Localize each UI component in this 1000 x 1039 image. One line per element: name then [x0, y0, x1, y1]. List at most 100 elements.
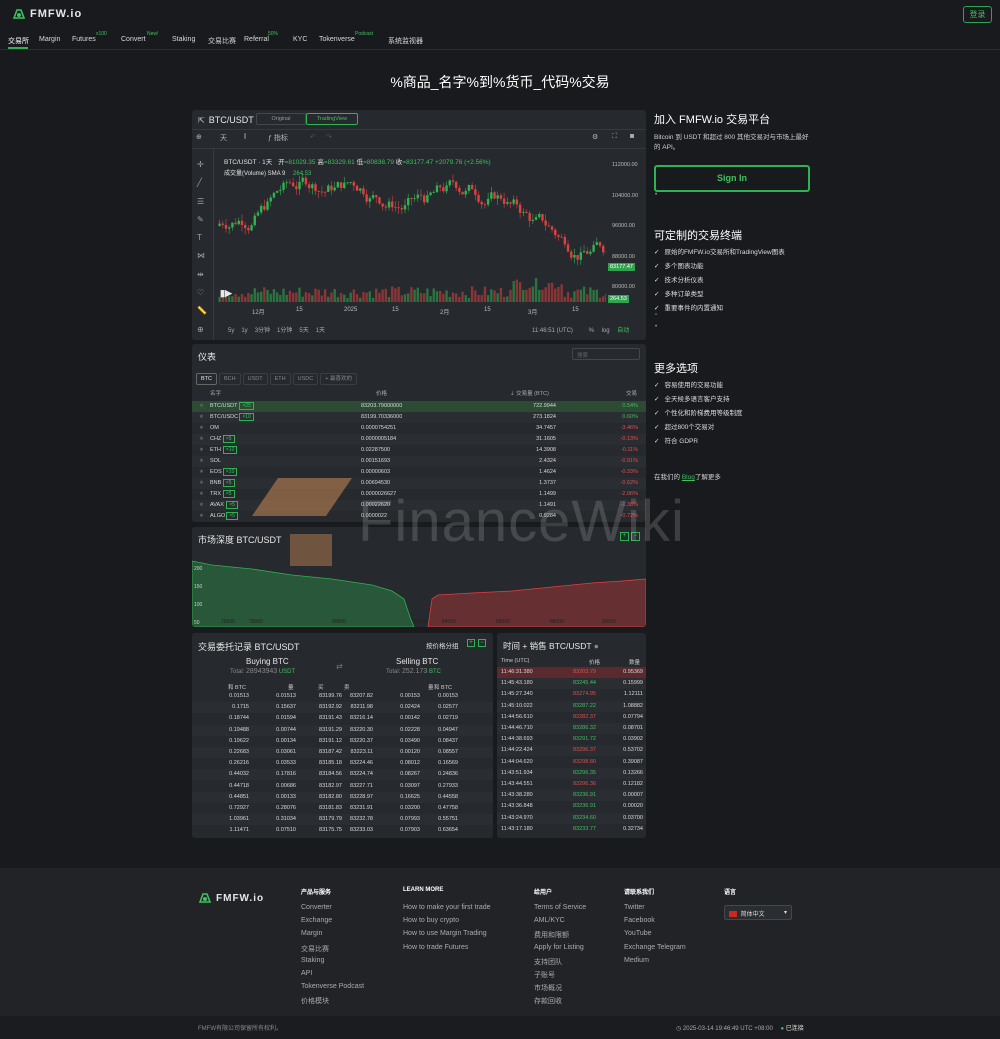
ticker-row[interactable]: ★ ALGO ×5 0.0000022 0.9284 -0.72% — [192, 511, 646, 522]
star-icon[interactable]: ★ — [199, 436, 204, 442]
redo-icon[interactable]: ↷ — [326, 133, 332, 141]
blog-link[interactable]: Blog — [682, 474, 695, 481]
header-change[interactable]: 交易 — [626, 389, 637, 397]
orderbook-row[interactable]: 0.44032 0.17816 83184.56 83224.74 0.08267 0.2… — [192, 769, 493, 781]
trade-row[interactable]: 11:44:46.710 83286.32 0.08701 — [497, 723, 646, 734]
orderbook-row[interactable]: 0.18744 0.01594 83191.43 83216.14 0.00142 0.0… — [192, 713, 493, 725]
footer-link[interactable]: Staking — [301, 957, 324, 964]
log-toggle[interactable]: log — [602, 328, 610, 334]
fullscreen-icon[interactable]: ⛶ — [612, 133, 617, 141]
footer-link[interactable]: API — [301, 970, 312, 977]
nav-item-6[interactable]: Referral 50% — [244, 31, 278, 43]
nav-item-8[interactable]: Tokenverse Podcast — [319, 31, 373, 43]
signin-button[interactable]: Sign In — [654, 165, 810, 192]
footer-link[interactable]: Medium — [624, 957, 649, 964]
footer-link[interactable]: AML/KYC — [534, 917, 565, 924]
nav-item-7[interactable]: KYC — [293, 36, 307, 43]
footer-link[interactable]: Converter — [301, 904, 332, 911]
ticker-row[interactable]: ★ BNB ×5 0.00694530 1.3737 -0.62% — [192, 478, 646, 489]
range-5[interactable]: 1天 — [316, 328, 325, 334]
footer-link[interactable]: 交易比赛 — [301, 944, 329, 954]
ticker-row[interactable]: ★ CHZ ×5 0.0000005184 31.1605 -0.13% — [192, 434, 646, 445]
trade-row[interactable]: 11:44:56.610 83282.37 0.07794 — [497, 711, 646, 723]
ticker-tab-0[interactable]: BTC — [196, 373, 217, 385]
trades-col-1[interactable]: 价格 — [589, 658, 600, 666]
add-icon[interactable]: ⊕ — [196, 133, 202, 141]
interval-selector[interactable]: 天 — [220, 133, 227, 143]
ticker-row[interactable]: ★ TRX ×5 0.0000026627 1.1499 -2.06% — [192, 489, 646, 500]
nav-item-9[interactable]: 系统监视器 — [388, 36, 423, 46]
orderbook-row[interactable]: 0.72927 0.28076 83181.83 83231.91 0.03200 0.4… — [192, 803, 493, 814]
trade-row[interactable]: 11:43:17.180 83233.77 0.32734 — [497, 823, 646, 835]
footer-link[interactable]: Apply for Listing — [534, 944, 584, 951]
nav-item-4[interactable]: Staking — [172, 36, 195, 43]
orderbook-row[interactable]: 0.44851 0.00133 83182.80 83228.97 0.16625 0.4… — [192, 791, 493, 803]
footer-link[interactable]: 费用和限额 — [534, 930, 569, 940]
fib-icon[interactable]: ☰ — [197, 193, 211, 211]
footer-link[interactable]: 支持团队 — [534, 957, 562, 967]
header-name[interactable]: 名字 — [210, 389, 221, 397]
range-1[interactable]: 1y — [241, 328, 247, 334]
measure-icon[interactable]: ⇹ — [197, 266, 211, 284]
footer-link[interactable]: Terms of Service — [534, 904, 586, 911]
star-icon[interactable]: ★ — [199, 403, 204, 409]
footer-link[interactable]: How to buy crypto — [403, 917, 459, 924]
orderbook-col-5[interactable]: 和 BTC — [434, 683, 452, 691]
ticker-tab-5[interactable]: + 最喜欢的 — [320, 373, 357, 385]
brand-logo[interactable]: FMFW.io — [12, 8, 82, 20]
trade-row[interactable]: 11:43:24.970 83234.60 0.03700 — [497, 812, 646, 824]
ticker-row[interactable]: ★ AVAX ×5 0.00022620 1.1491 -1.38% — [192, 500, 646, 511]
star-icon[interactable]: ★ — [199, 480, 204, 486]
nav-item-3[interactable]: Convert New! — [121, 31, 158, 43]
orderbook-row[interactable]: 0.19488 0.00744 83191.29 83220.30 0.02228 0.0… — [192, 724, 493, 736]
trade-row[interactable]: 11:44:22.424 83296.37 0.53702 — [497, 745, 646, 757]
ticker-row[interactable]: ★ BTC/USDT ×25 83203.79000000 722.9944 0.54% — [192, 401, 646, 412]
footer-link[interactable]: Facebook — [624, 917, 655, 924]
tab-tradingview[interactable]: TradingView — [306, 113, 358, 125]
orderbook-row[interactable]: 0.22683 0.03061 83187.42 83223.11 0.00120 0.0… — [192, 747, 493, 758]
star-icon[interactable]: ★ — [199, 447, 204, 453]
footer-link[interactable]: Tokenverse Podcast — [301, 983, 364, 990]
trades-col-2[interactable]: 数量 — [629, 658, 640, 666]
settings-icon[interactable]: ⚙ — [592, 133, 598, 141]
zoom-icon[interactable]: ⊕ — [197, 321, 211, 339]
star-icon[interactable]: ★ — [199, 425, 204, 431]
trade-row[interactable]: 11:44:04.620 83298.80 0.39087 — [497, 756, 646, 768]
star-icon[interactable]: ★ — [199, 491, 204, 497]
trade-row[interactable]: 11:43:36.848 83236.91 0.00020 — [497, 801, 646, 813]
ticker-row[interactable]: ★ SOL 0.00151693 2.4324 -0.91% — [192, 456, 646, 467]
text-icon[interactable]: T — [197, 229, 211, 247]
footer-link[interactable]: 子账号 — [534, 970, 555, 980]
footer-link[interactable]: How to use Margin Trading — [403, 930, 487, 937]
orderbook-col-0[interactable]: 和 BTC — [228, 683, 246, 691]
camera-icon[interactable]: ◙ — [630, 133, 634, 140]
language-select[interactable]: 简体中文 ▾ — [724, 905, 792, 920]
trades-col-0[interactable]: Time (UTC) — [501, 658, 530, 664]
trade-row[interactable]: 11:46:31.380 83203.79 0.95369 — [497, 667, 646, 678]
ticker-tab-2[interactable]: USDT — [242, 373, 268, 385]
star-icon[interactable]: ★ — [199, 414, 204, 420]
group-plus-icon[interactable]: + — [467, 639, 475, 647]
trade-row[interactable]: 11:45:27.340 83274.95 1.12111 — [497, 689, 646, 701]
header-price[interactable]: 价格 — [376, 389, 387, 397]
login-button[interactable]: 登录 — [963, 6, 992, 23]
footer-link[interactable]: YouTube — [624, 930, 652, 937]
trade-row[interactable]: 11:43:51.934 83296.35 0.13266 — [497, 767, 646, 779]
crosshair-icon[interactable]: ✛ — [197, 156, 211, 174]
ticker-row[interactable]: ★ ETH ×10 0.02287500 14.3908 -0.11% — [192, 445, 646, 456]
orderbook-col-1[interactable]: 量 — [288, 683, 294, 691]
orderbook-row[interactable]: 1.03961 0.31034 83179.79 83232.78 0.07993 0.5… — [192, 814, 493, 826]
range-4[interactable]: 5天 — [299, 328, 308, 334]
star-icon[interactable]: ★ — [199, 502, 204, 508]
trade-row[interactable]: 11:43:38.280 83236.91 0.00007 — [497, 790, 646, 802]
ticker-row[interactable]: ★ EOS ×10 0.00000603 1.4624 -0.33% — [192, 467, 646, 478]
range-3[interactable]: 1分钟 — [277, 328, 292, 334]
ticker-tab-1[interactable]: BCH — [219, 373, 241, 385]
nav-item-5[interactable]: 交易比赛 — [208, 36, 236, 46]
footer-link[interactable]: Twitter — [624, 904, 645, 911]
ticker-row[interactable]: ★ OM 0.0000754251 34.7457 -3.46% — [192, 423, 646, 434]
orderbook-row[interactable]: 0.26216 0.03533 83185.18 83224.46 0.08012 0.1… — [192, 758, 493, 770]
pattern-icon[interactable]: ⋈ — [197, 247, 211, 265]
footer-link[interactable]: How to trade Futures — [403, 944, 468, 951]
star-icon[interactable]: ★ — [199, 458, 204, 464]
